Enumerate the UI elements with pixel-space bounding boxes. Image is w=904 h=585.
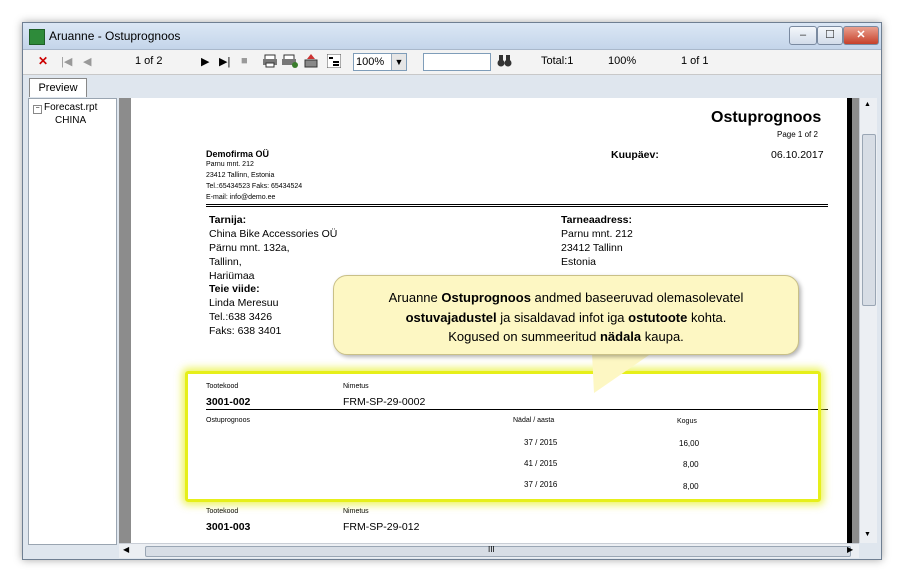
scroll-grip: III (488, 545, 495, 554)
supplier-line: China Bike Accessories OÜ (209, 228, 338, 240)
callout-bold: Ostuprognoos (441, 290, 531, 305)
scroll-up-icon[interactable]: ▲ (864, 101, 871, 108)
divider (206, 204, 828, 205)
search-input[interactable] (423, 53, 491, 71)
callout-tail (592, 353, 652, 393)
company-name: Demofirma OÜ (206, 149, 270, 159)
callout-text: andmed baseeruvad olemasolevatel (530, 290, 744, 305)
callout-text: Aruanne (388, 290, 442, 305)
first-page-icon[interactable]: |◀ (61, 55, 72, 68)
page-edge (847, 98, 852, 543)
reference-line: Linda Meresuu (209, 297, 279, 309)
reference-line: Faks: 638 3401 (209, 325, 282, 337)
delivery-label: Tarneaadress: (561, 214, 633, 226)
supplier-line: Tallinn, (209, 256, 242, 268)
export-icon[interactable] (304, 54, 318, 71)
zoom-value: 100% (356, 56, 385, 68)
minimize-button[interactable]: ‒ (789, 26, 817, 45)
print-setup-icon[interactable] (282, 54, 298, 71)
page-number: Page 1 of 2 (777, 130, 818, 139)
callout-text: kohta. (687, 309, 727, 325)
vertical-scroll-thumb[interactable] (862, 134, 876, 306)
supplier-line: Pärnu mnt. 132a, (209, 242, 290, 254)
name-label: Nimetus (343, 508, 369, 515)
chevron-down-icon[interactable]: ▼ (391, 54, 406, 70)
callout-text: Kogused on summeeritud (448, 329, 600, 344)
divider (206, 206, 828, 207)
tree-item-china[interactable]: CHINA (55, 115, 86, 126)
reference-label: Teie viide: (209, 283, 260, 295)
report-title: Ostuprognoos (711, 109, 822, 126)
company-address-1: Parnu mnt. 212 (206, 161, 254, 168)
stop-icon[interactable]: ■ (241, 55, 248, 67)
product-code: 3001-003 (206, 521, 251, 533)
tab-strip: Preview (23, 75, 881, 97)
reference-line: Tel.:638 3426 (209, 311, 273, 323)
next-page-icon[interactable]: ▶ (201, 55, 209, 68)
company-email: E-mail: info@demo.ee (206, 194, 276, 201)
delivery-line: 23412 Tallinn (561, 242, 623, 254)
supplier-label: Tarnija: (209, 214, 247, 226)
callout-bold: ostutoote (628, 309, 688, 325)
date-value: 06.10.2017 (771, 149, 824, 161)
toggle-tree-icon[interactable] (326, 53, 342, 71)
scroll-left-icon[interactable]: ◀ (123, 545, 129, 554)
scroll-right-icon[interactable]: ▶ (847, 545, 853, 554)
company-address-2: 23412 Tallinn, Estonia (206, 172, 275, 179)
callout-bold: nädala (599, 329, 642, 344)
tree-root-label: Forecast.rpt (44, 102, 98, 113)
collapse-icon[interactable]: − (33, 105, 42, 114)
total-count: Total:1 (541, 55, 574, 67)
prev-page-icon[interactable]: ◀ (83, 55, 91, 68)
callout-bold: ostuvajadustel (405, 309, 497, 325)
percent-status: 100% (608, 55, 637, 67)
date-label: Kuupäev: (611, 149, 659, 161)
tab-preview[interactable]: Preview (29, 78, 87, 97)
close-window-button[interactable]: ✕ (843, 26, 879, 45)
supplier-line: Hariümaa (209, 270, 255, 282)
print-icon[interactable] (263, 54, 277, 71)
records-status: 1 of 1 (681, 55, 709, 67)
window-title: Aruanne - Ostuprognoos (49, 29, 181, 43)
callout-text: ja sisaldavad infot iga (496, 309, 629, 325)
horizontal-scrollbar[interactable]: ◀ III ▶ (119, 543, 859, 558)
company-phone: Tel.:65434523 Faks: 65434524 (206, 183, 303, 190)
title-bar: Aruanne - Ostuprognoos ‒ ☐ ✕ (23, 23, 881, 50)
tree-item-label: CHINA (55, 115, 87, 126)
horizontal-scroll-thumb[interactable]: III (145, 545, 851, 557)
vertical-scrollbar[interactable]: ▲ ▼ (859, 98, 877, 543)
tree-root[interactable]: − Forecast.rpt (33, 102, 97, 114)
callout-note: Aruanne Ostuprognoos andmed baseeruvad o… (333, 275, 799, 355)
code-label: Tootekood (206, 508, 239, 515)
highlight-frame (185, 371, 821, 502)
last-page-icon[interactable]: ▶| (219, 55, 230, 68)
scroll-down-icon[interactable]: ▼ (864, 531, 871, 538)
report-toolbar: ✕ |◀ ◀ 1 of 2 ▶ ▶| ■ 100% ▼ Total:1 100%… (23, 50, 881, 75)
close-report-icon[interactable]: ✕ (38, 54, 48, 68)
page-indicator: 1 of 2 (135, 55, 163, 67)
delivery-line: Estonia (561, 256, 597, 268)
maximize-button[interactable]: ☐ (817, 26, 843, 45)
delivery-line: Parnu mnt. 212 (561, 228, 633, 240)
product-name: FRM-SP-29-012 (343, 521, 420, 533)
group-tree: − Forecast.rpt CHINA (28, 98, 117, 545)
callout-text: kaupa. (641, 329, 684, 344)
zoom-select[interactable]: 100% ▼ (353, 53, 407, 71)
binoculars-icon[interactable] (497, 54, 512, 70)
app-icon (29, 29, 45, 45)
